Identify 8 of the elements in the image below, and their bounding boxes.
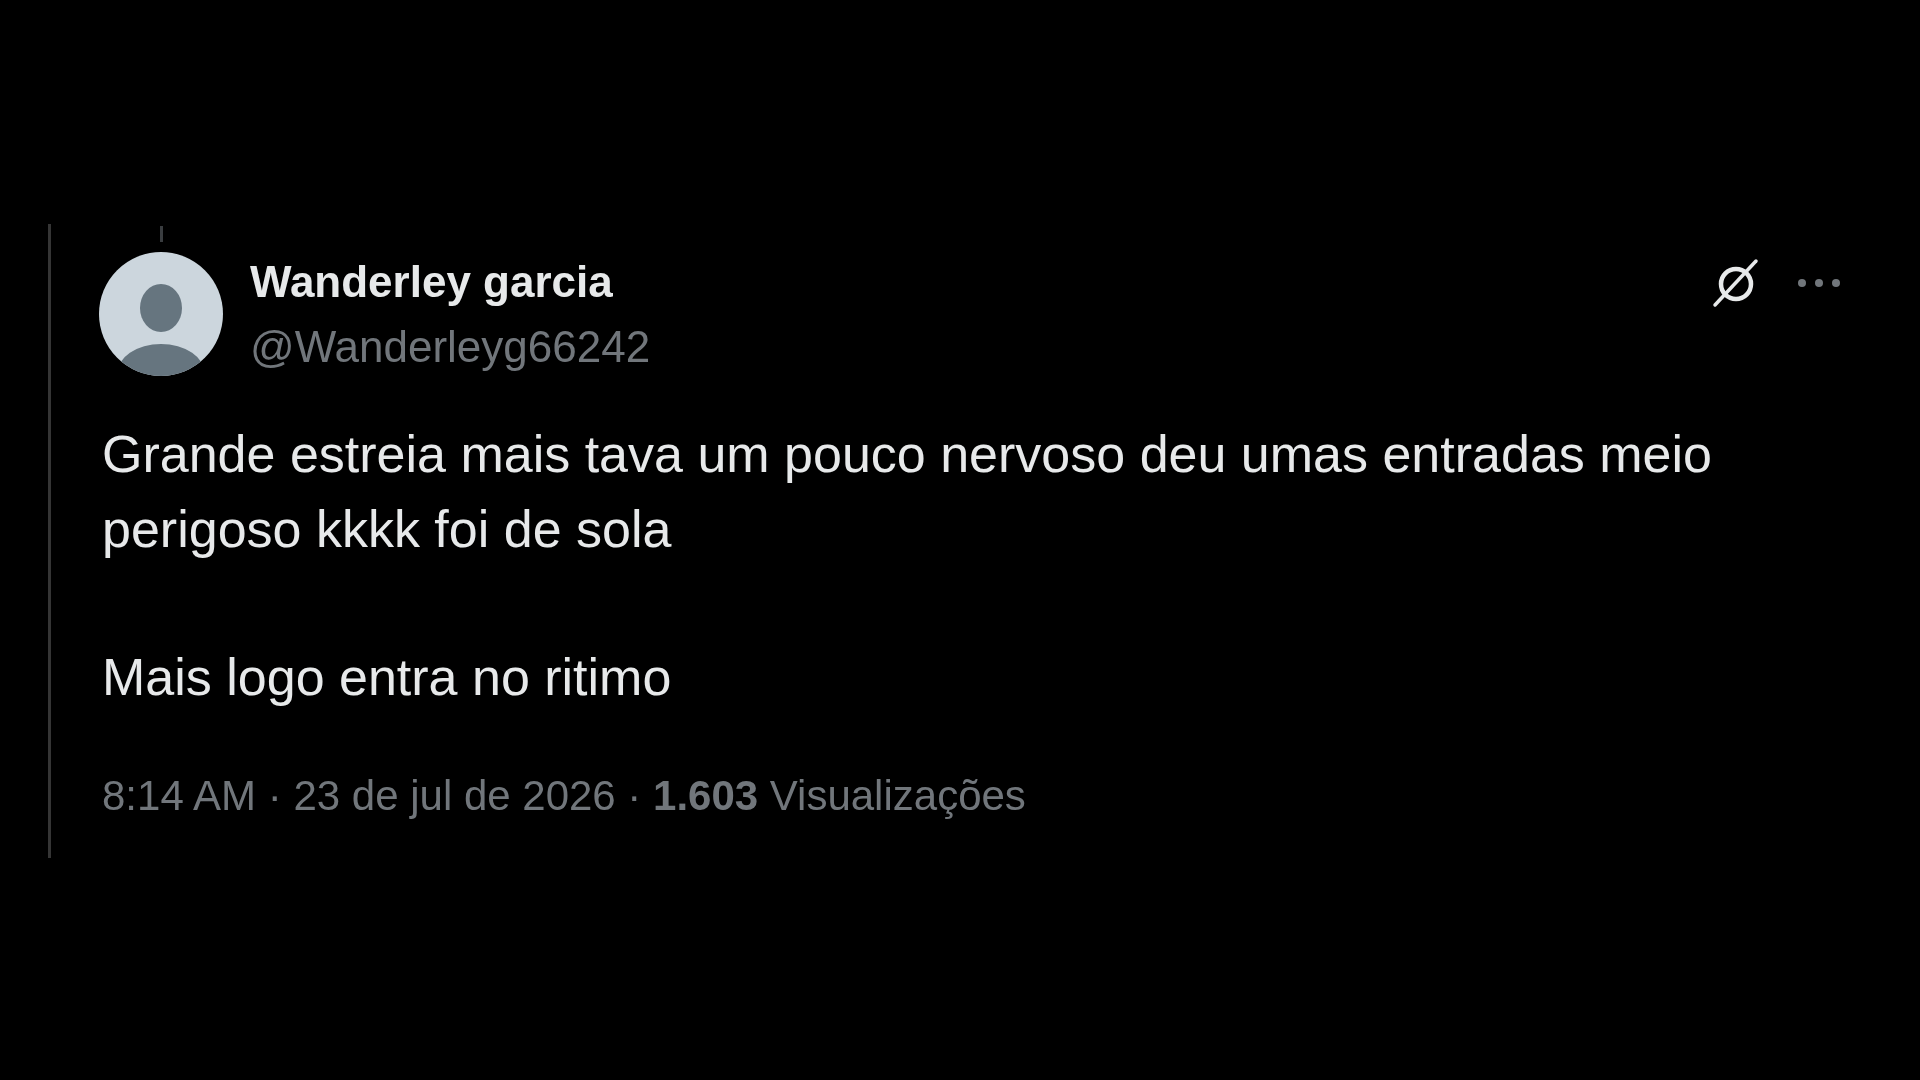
author-name[interactable]: Wanderley garcia [250,256,651,308]
tweet-meta: 8:14 AM · 23 de jul de 2026 · 1.603 Visualizações [101,771,1027,821]
avatar-silhouette-icon [99,252,223,376]
tweet-text: Grande estreia mais tava um pouco nervoso deu umas entradas meio perigoso kkkk foi de sola [102,424,1713,560]
more-icon[interactable] [1797,278,1841,288]
slashed-circle-icon[interactable] [1711,258,1761,308]
author-handle[interactable]: @Wanderleyg66242 [250,322,651,372]
tweet-text: Mais logo entra no ritimo [102,647,673,708]
